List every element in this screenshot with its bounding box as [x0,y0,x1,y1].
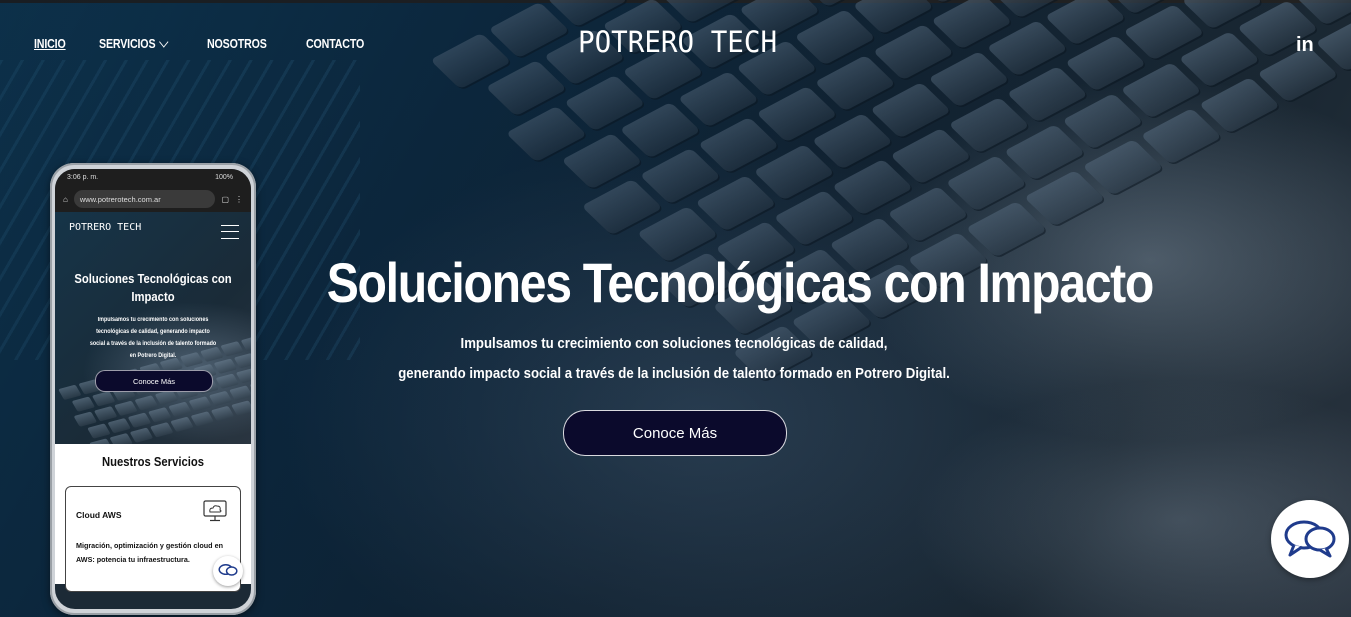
phone-keyboard-key-decoration [147,407,172,423]
phone-keyboard-key-decoration [127,412,152,428]
phone-status-bar: 3:06 p. m. 100% [55,169,251,186]
phone-keyboard-key-decoration [210,405,235,422]
hero-subtitle-line2: generando impacto social a través de la … [398,365,950,382]
phone-time: 3:06 p. m. [67,174,99,181]
cloud-monitor-icon [203,500,227,522]
phone-keyboard-key-decoration [73,411,98,427]
chat-bubbles-icon[interactable] [1271,500,1349,578]
phone-battery: 100% [215,174,233,181]
phone-keyboard-key-decoration [114,400,138,417]
tabs-icon[interactable]: ▢ [221,195,229,204]
phone-keyboard-key-decoration [91,391,116,407]
nav-servicios-label: SERVICIOS [98,36,156,51]
hero-subtitle-line1: Impulsamos tu crecimiento con soluciones… [460,335,888,352]
chevron-down-icon [158,35,168,48]
phone-keyboard-key-decoration [215,373,240,389]
phone-screen: 3:06 p. m. 100% ⌂ www.potrerotech.com.ar… [55,169,251,609]
phone-url-text: www.potrerotech.com.ar [79,194,161,204]
phone-keyboard-key-decoration [93,406,118,422]
service-card-description: Migración, optimización y gestión cloud … [76,541,223,564]
phone-hero-title: Soluciones Tecnológicas con Impacto [74,272,232,304]
phone-url-bar: ⌂ www.potrerotech.com.ar ▢ ⋮ [55,186,251,212]
hero-section: INICIO SERVICIOS NOSOTROS CONTACTO POTRE… [0,0,1351,617]
phone-keyboard-key-decoration [170,416,194,433]
more-icon[interactable]: ⋮ [235,195,243,204]
phone-hero: POTRERO TECH Soluciones Tecnológicas con… [55,212,251,444]
main-nav: INICIO SERVICIOS NOSOTROS CONTACTO [34,35,377,51]
phone-hero-text: Impulsamos tu crecimiento con soluciones… [89,317,217,359]
nav-inicio[interactable]: INICIO [34,36,66,51]
phone-keyboard-key-decoration [190,411,215,427]
phone-services-title: Nuestros Servicios [102,455,204,469]
phone-keyboard-key-decoration [229,385,251,401]
site-logo[interactable]: POTRERO TECH [578,25,777,59]
home-icon[interactable]: ⌂ [63,195,68,204]
phone-keyboard-key-decoration [129,427,154,443]
phone-keyboard-key-decoration [154,389,179,406]
phone-keyboard-key-decoration [71,396,96,412]
phone-keyboard-key-decoration [168,401,192,418]
phone-keyboard-key-decoration [58,384,82,401]
phone-keyboard-key-decoration [134,395,159,411]
phone-keyboard-key-decoration [235,368,251,384]
nav-nosotros[interactable]: NOSOTROS [207,36,267,51]
phone-url-field[interactable]: www.potrerotech.com.ar [73,190,216,208]
phone-keyboard-key-decoration [231,400,251,416]
nav-contacto[interactable]: CONTACTO [306,36,364,51]
phone-keyboard-key-decoration [188,396,213,412]
hamburger-menu-icon[interactable] [221,225,239,239]
phone-conoce-mas-button[interactable]: Conoce Más [95,370,213,392]
phone-chat-icon[interactable] [213,556,243,586]
conoce-mas-button[interactable]: Conoce Más [563,410,787,456]
nav-servicios[interactable]: SERVICIOS [98,35,168,51]
hero-title: Soluciones Tecnológicas con Impacto [326,251,1155,314]
service-card-title: Cloud AWS [76,510,122,520]
phone-keyboard-key-decoration [87,423,111,439]
phone-logo: POTRERO TECH [69,222,142,233]
linkedin-icon[interactable]: in [1296,34,1314,57]
phone-keyboard-key-decoration [220,341,244,357]
phone-mockup: 3:06 p. m. 100% ⌂ www.potrerotech.com.ar… [50,163,256,615]
phone-keyboard-key-decoration [233,353,251,369]
phone-keyboard-key-decoration [109,432,133,444]
phone-keyboard-key-decoration [208,390,233,407]
phone-keyboard-key-decoration [107,417,132,434]
phone-keyboard-key-decoration [149,422,174,438]
